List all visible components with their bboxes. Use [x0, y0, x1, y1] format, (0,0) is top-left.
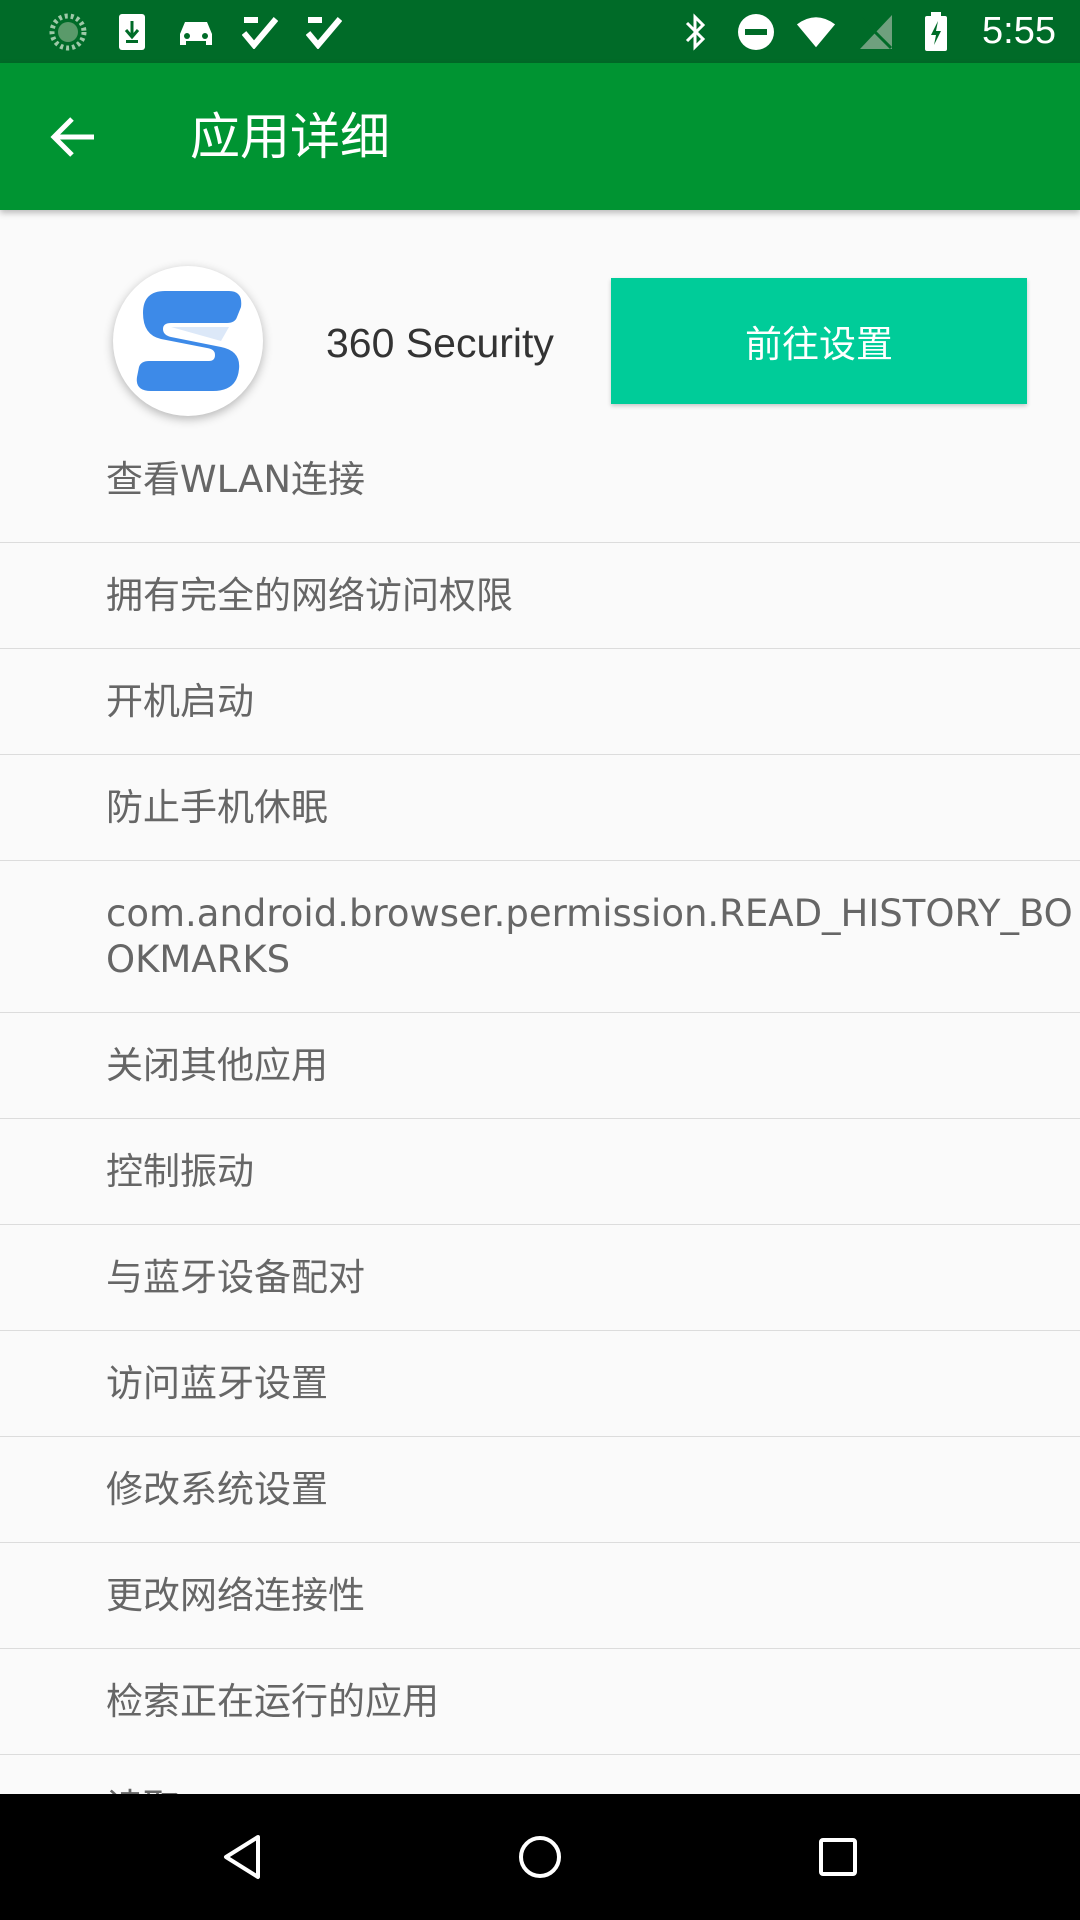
- car-icon: [176, 12, 216, 52]
- app-bar: 应用详细: [0, 63, 1080, 210]
- permission-label: 修改系统设置: [106, 1467, 328, 1511]
- list-item: 防止手机休眠: [0, 755, 1080, 861]
- list-item: 检索正在运行的应用: [0, 1649, 1080, 1755]
- square-recents-icon: [819, 1838, 857, 1876]
- list-item: com.android.browser.permission.READ_HIST…: [0, 861, 1080, 1013]
- goto-settings-button[interactable]: 前往设置: [611, 278, 1027, 404]
- page-title: 应用详细: [190, 108, 390, 166]
- permission-list: 查看WLAN连接 拥有完全的网络访问权限 开机启动 防止手机休眠 com.and…: [0, 436, 1080, 1794]
- list-item: 查看WLAN连接: [0, 436, 1080, 543]
- shield-s-icon: [136, 291, 242, 391]
- list-item: 更改网络连接性: [0, 1543, 1080, 1649]
- permission-label: 访问蓝牙设置: [106, 1361, 328, 1405]
- permission-label: 防止手机休眠: [106, 785, 328, 829]
- list-item: 修改系统设置: [0, 1437, 1080, 1543]
- triangle-back-icon: [224, 1835, 260, 1879]
- permission-label: 关闭其他应用: [106, 1043, 328, 1087]
- permission-label: 读取: [106, 1785, 184, 1795]
- download-icon: [112, 12, 152, 52]
- list-item: 控制振动: [0, 1119, 1080, 1225]
- back-button[interactable]: [30, 101, 118, 173]
- loading-icon: [48, 12, 88, 52]
- navigation-bar: [0, 1794, 1080, 1920]
- permission-label: 更改网络连接性: [106, 1573, 365, 1617]
- status-bar-notifications: [48, 10, 344, 53]
- list-item: 关闭其他应用: [0, 1013, 1080, 1119]
- app-icon: [113, 266, 263, 416]
- list-item: 读取: [0, 1755, 1080, 1795]
- nav-home-button[interactable]: [500, 1822, 580, 1892]
- wifi-icon: [796, 12, 836, 52]
- status-bar: 5:55: [0, 0, 1080, 63]
- nav-recents-button[interactable]: [798, 1822, 878, 1892]
- check-icon: [304, 12, 344, 52]
- permission-label: 拥有完全的网络访问权限: [106, 573, 513, 617]
- list-item: 开机启动: [0, 649, 1080, 755]
- do-not-disturb-icon: [736, 12, 776, 52]
- bluetooth-icon: [676, 12, 716, 52]
- arrow-back-icon: [50, 117, 94, 157]
- app-header: 360 Security 前往设置: [0, 210, 1080, 440]
- permission-label: 与蓝牙设备配对: [106, 1255, 365, 1299]
- circle-home-icon: [519, 1836, 561, 1878]
- nav-back-button[interactable]: [202, 1822, 282, 1892]
- status-time: 5:55: [982, 10, 1056, 52]
- list-item: 拥有完全的网络访问权限: [0, 543, 1080, 649]
- battery-charging-icon: [916, 11, 956, 52]
- list-item: 与蓝牙设备配对: [0, 1225, 1080, 1331]
- list-item: 访问蓝牙设置: [0, 1331, 1080, 1437]
- check-icon: [240, 12, 280, 52]
- permission-label: com.android.browser.permission.READ_HIST…: [106, 891, 1073, 981]
- status-bar-system: 5:55: [676, 10, 1056, 53]
- permission-label: 开机启动: [106, 679, 254, 723]
- app-name: 360 Security: [326, 320, 554, 366]
- no-sim-icon: [856, 12, 896, 52]
- permission-label: 查看WLAN连接: [106, 458, 366, 501]
- permission-label: 检索正在运行的应用: [106, 1679, 439, 1723]
- permission-label: 控制振动: [106, 1149, 254, 1193]
